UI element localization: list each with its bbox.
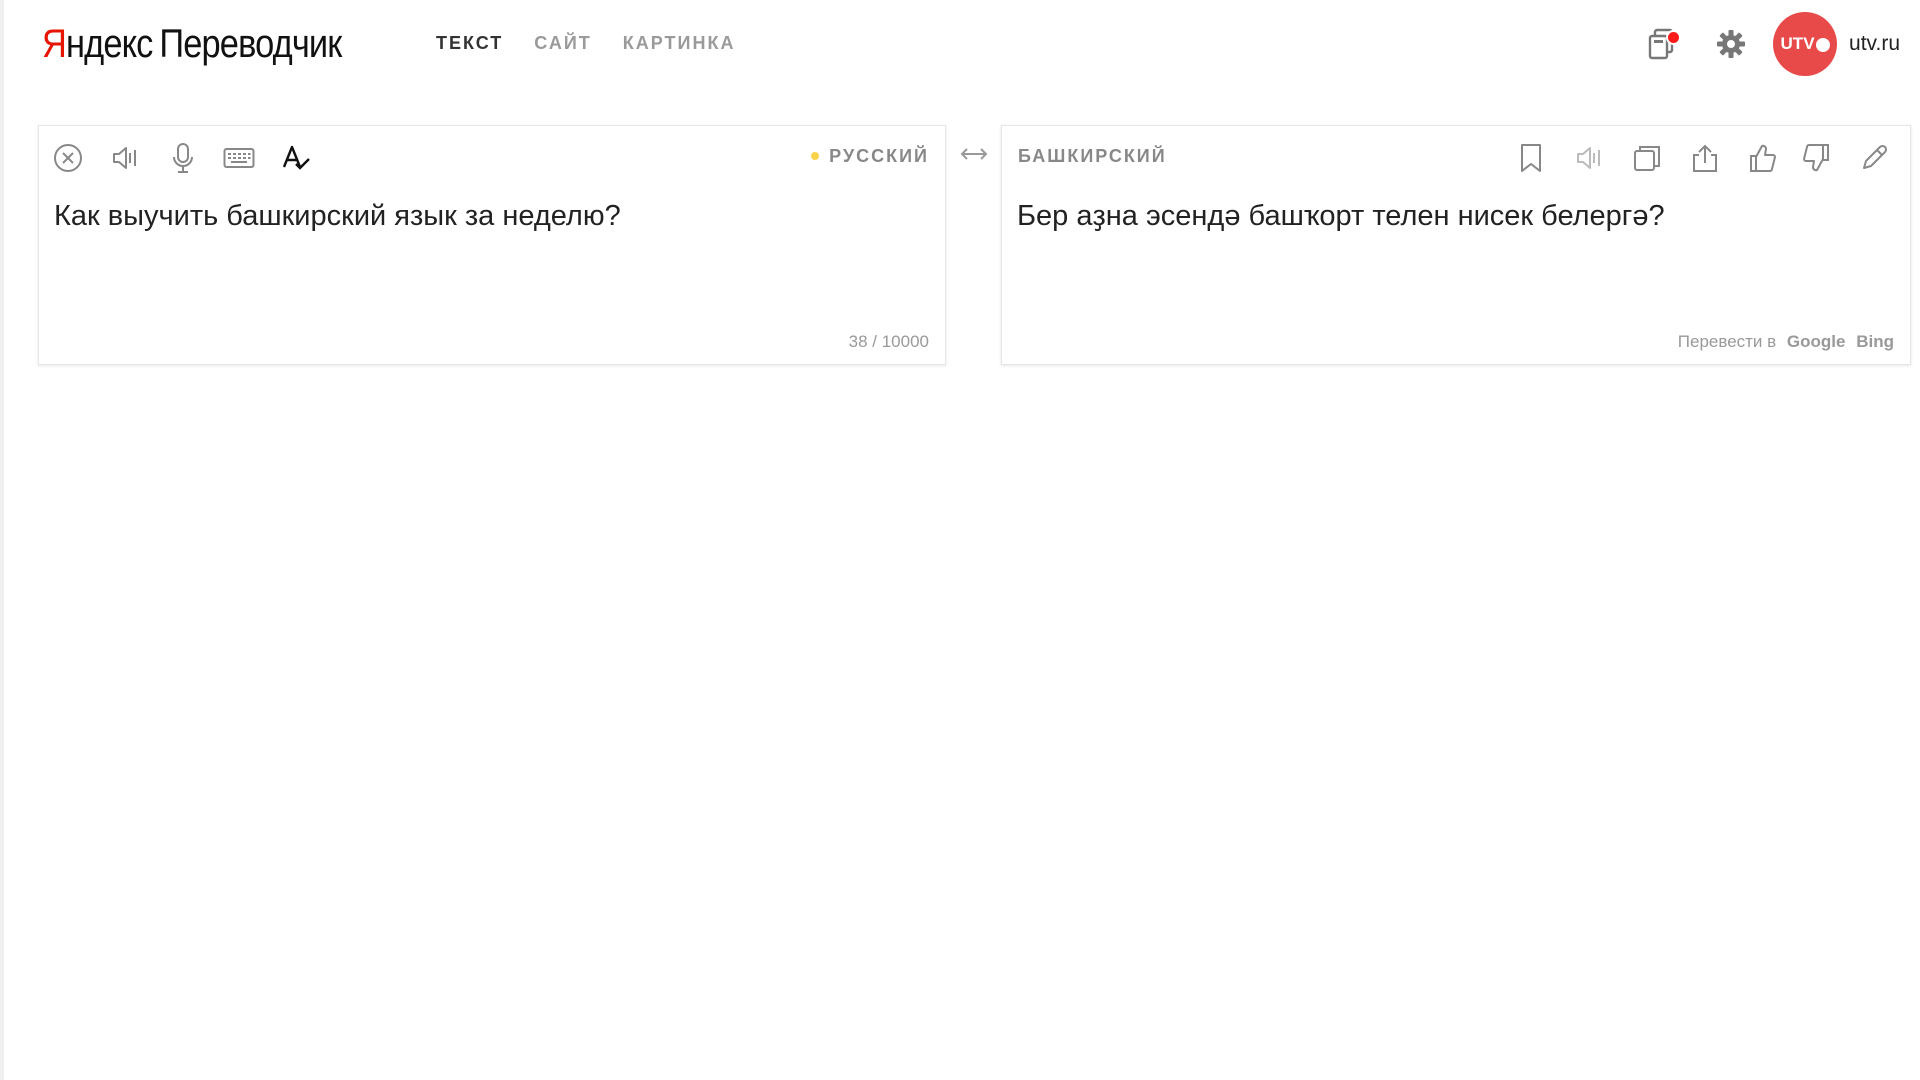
bing-link[interactable]: Bing bbox=[1856, 332, 1894, 351]
settings-button[interactable] bbox=[1711, 24, 1751, 64]
translate-in-other-engines: Перевести в Google Bing bbox=[1678, 332, 1894, 352]
source-panel: РУССКИЙ Как выучить башкирский язык за н… bbox=[38, 125, 946, 365]
tab-text[interactable]: ТЕКСТ bbox=[436, 32, 503, 54]
speaker-icon bbox=[110, 143, 140, 173]
virtual-keyboard-button[interactable] bbox=[222, 142, 256, 174]
swap-languages-button[interactable] bbox=[958, 140, 990, 168]
nav-tabs: ТЕКСТ САЙТ КАРТИНКА bbox=[436, 32, 735, 54]
share-button[interactable] bbox=[1688, 142, 1722, 174]
gear-icon bbox=[1715, 28, 1747, 60]
notification-dot bbox=[1666, 30, 1682, 45]
microphone-icon bbox=[170, 142, 196, 174]
avatar-text: UTV bbox=[1780, 34, 1815, 53]
page: Яндекс Переводчик ТЕКСТ САЙТ КАРТИНКА UT… bbox=[0, 0, 1920, 1080]
edit-icon bbox=[1859, 143, 1889, 173]
keyboard-icon bbox=[223, 146, 255, 170]
add-to-collection-button[interactable] bbox=[1514, 142, 1548, 174]
good-translation-button[interactable] bbox=[1746, 142, 1780, 174]
header: Яндекс Переводчик ТЕКСТ САЙТ КАРТИНКА UT… bbox=[4, 0, 1920, 90]
share-icon bbox=[1690, 143, 1720, 173]
language-dot bbox=[811, 152, 820, 160]
logo-service: Переводчик bbox=[159, 22, 342, 66]
source-text-input[interactable]: Как выучить башкирский язык за неделю? bbox=[54, 196, 925, 236]
tab-site[interactable]: САЙТ bbox=[534, 32, 591, 54]
speaker-icon bbox=[1574, 143, 1604, 173]
clear-button[interactable] bbox=[51, 142, 85, 174]
logo[interactable]: Яндекс Переводчик bbox=[42, 18, 342, 70]
clear-icon bbox=[52, 142, 84, 174]
voice-input-button[interactable] bbox=[166, 142, 200, 174]
collections-button[interactable] bbox=[1643, 24, 1683, 64]
source-language-label: РУССКИЙ bbox=[829, 146, 929, 166]
source-language-select[interactable]: РУССКИЙ bbox=[811, 145, 929, 167]
swap-arrows-icon bbox=[959, 147, 989, 161]
logo-brand-first: Я bbox=[42, 22, 67, 66]
edit-translation-button[interactable] bbox=[1857, 142, 1891, 174]
username[interactable]: utv.ru bbox=[1849, 32, 1900, 56]
logo-brand-rest: ндекс bbox=[65, 22, 153, 66]
target-panel: БАШКИРСКИЙ Бер аҙна эсендә башҡорт телен… bbox=[1001, 125, 1911, 365]
source-toolbar: РУССКИЙ bbox=[39, 126, 945, 186]
char-counter: 38 / 10000 bbox=[848, 332, 929, 351]
tab-image[interactable]: КАРТИНКА bbox=[623, 32, 736, 54]
thumbs-down-icon bbox=[1801, 143, 1831, 173]
copy-icon bbox=[1632, 143, 1662, 173]
target-toolbar: БАШКИРСКИЙ bbox=[1002, 126, 1910, 186]
translation-text: Бер аҙна эсендә башҡорт телен нисек беле… bbox=[1017, 200, 1665, 232]
spellcheck-icon bbox=[281, 143, 311, 173]
avatar[interactable]: UTV bbox=[1773, 12, 1838, 76]
target-language-select[interactable]: БАШКИРСКИЙ bbox=[1018, 145, 1167, 167]
source-listen-button[interactable] bbox=[108, 142, 142, 174]
google-link[interactable]: Google bbox=[1787, 332, 1846, 351]
bookmark-icon bbox=[1519, 143, 1543, 173]
alt-translate-label: Перевести в bbox=[1677, 332, 1777, 351]
copy-button[interactable] bbox=[1630, 142, 1664, 174]
bad-translation-button[interactable] bbox=[1799, 142, 1833, 174]
target-listen-button[interactable] bbox=[1572, 142, 1606, 174]
avatar-badge bbox=[1815, 38, 1830, 52]
spellcheck-button[interactable] bbox=[279, 142, 313, 174]
header-right: UTV utv.ru bbox=[1643, 12, 1900, 76]
thumbs-up-icon bbox=[1748, 143, 1778, 173]
